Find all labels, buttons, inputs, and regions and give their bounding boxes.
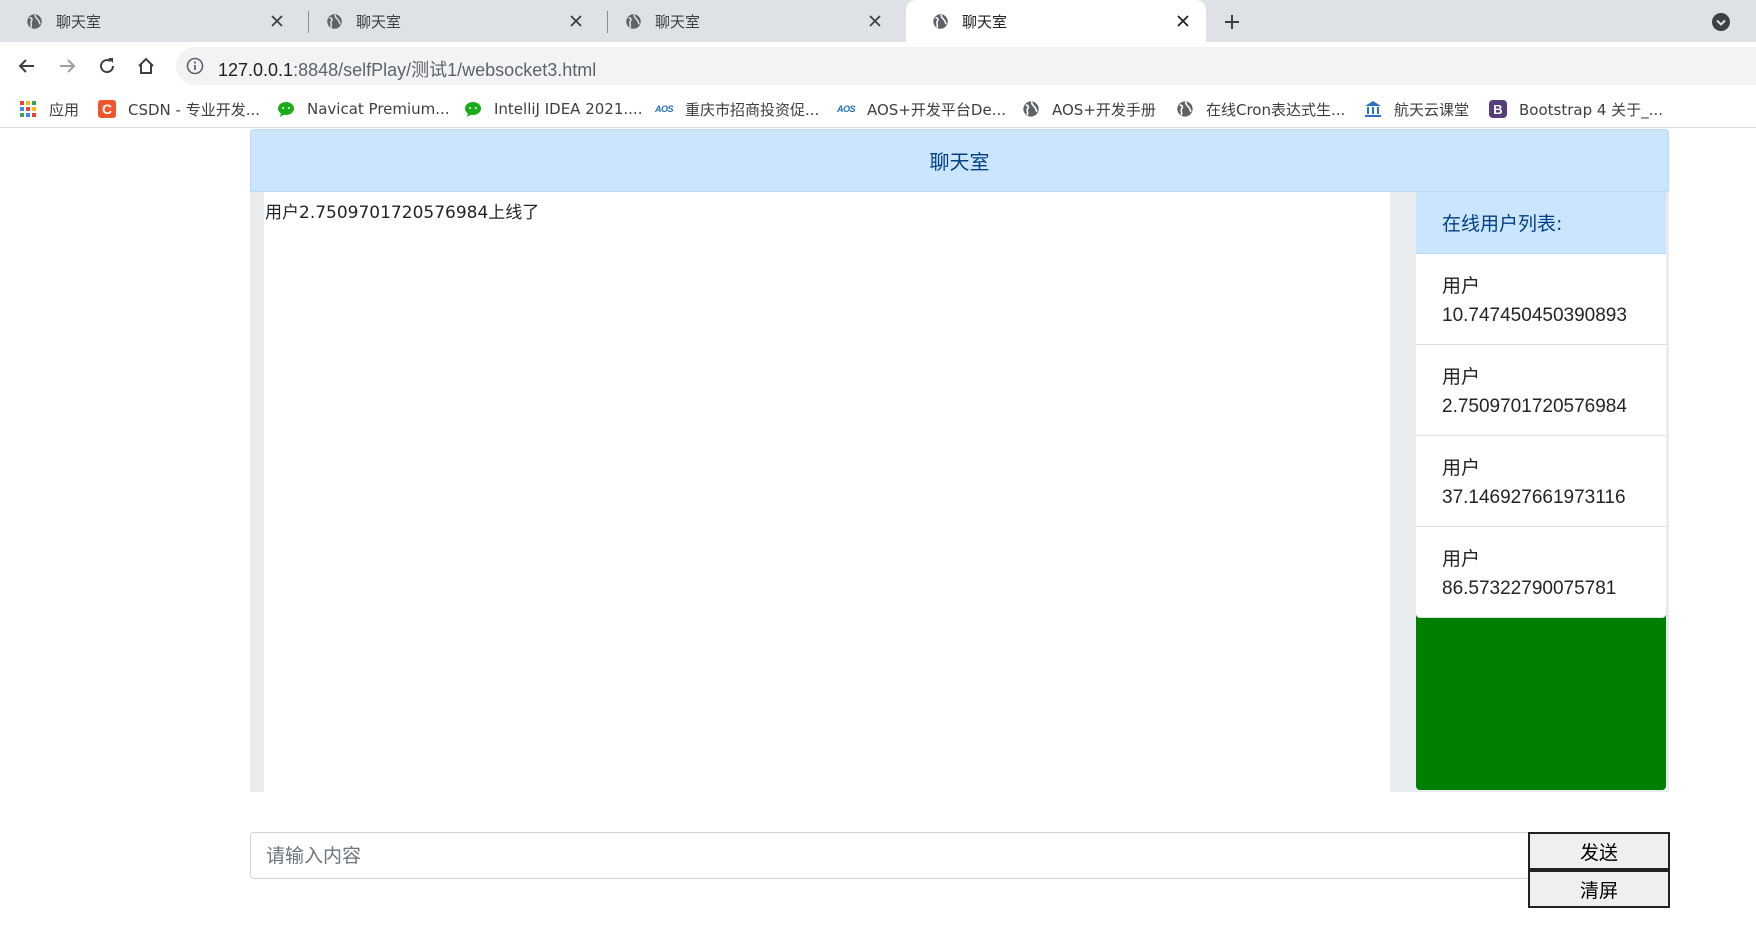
online-user-item: 用户 2.7509701720576984 bbox=[1416, 345, 1666, 436]
url-path: :8848/selfPlay/测试1/websocket3.html bbox=[293, 60, 597, 80]
bookmark-navicat[interactable]: Navicat Premium... bbox=[277, 96, 450, 122]
bookmark-label: Bootstrap 4 关于_... bbox=[1519, 100, 1663, 119]
new-tab-button[interactable] bbox=[1220, 10, 1244, 34]
user-label: 用户 bbox=[1442, 366, 1481, 388]
bookmark-cron[interactable]: 在线Cron表达式生... bbox=[1176, 96, 1345, 122]
online-users-title: 在线用户列表: bbox=[1416, 192, 1666, 254]
user-label: 用户 bbox=[1442, 457, 1481, 479]
bookmark-aos-manual[interactable]: AOS+开发手册 bbox=[1022, 96, 1156, 122]
chat-message: 用户2.7509701720576984上线了 bbox=[265, 203, 540, 223]
bookmark-label: Navicat Premium... bbox=[307, 100, 450, 118]
chat-body: 用户2.7509701720576984上线了 在线用户列表: 用户 10.74… bbox=[250, 192, 1669, 792]
user-label: 用户 bbox=[1442, 548, 1481, 570]
tab-title: 聊天室 bbox=[962, 12, 1008, 31]
reload-icon bbox=[100, 58, 115, 74]
globe-icon bbox=[626, 13, 641, 29]
bookmark-label: AOS+开发手册 bbox=[1052, 100, 1156, 119]
message-input[interactable] bbox=[250, 832, 1530, 879]
home-icon bbox=[138, 57, 154, 74]
bookmark-label: 航天云课堂 bbox=[1394, 100, 1470, 119]
bookmarks-bar: 应用 C CSDN - 专业开发... Navicat Premium... I… bbox=[0, 90, 1756, 128]
user-id: 10.747450450390893 bbox=[1442, 305, 1627, 326]
bookmark-label: 在线Cron表达式生... bbox=[1206, 100, 1346, 119]
message-area: 用户2.7509701720576984上线了 bbox=[264, 192, 1390, 792]
bank-icon bbox=[1365, 101, 1381, 117]
online-user-item: 用户 37.146927661973116 bbox=[1416, 436, 1666, 527]
user-id: 2.7509701720576984 bbox=[1442, 396, 1627, 417]
aos-icon: AOS bbox=[837, 104, 856, 114]
bookmark-bootstrap[interactable]: B Bootstrap 4 关于_... bbox=[1489, 96, 1663, 122]
user-label: 用户 bbox=[1442, 275, 1481, 297]
user-id: 86.57322790075781 bbox=[1442, 578, 1617, 599]
bookmark-label: 重庆市招商投资促... bbox=[685, 100, 820, 119]
plus-icon bbox=[1225, 15, 1239, 29]
back-button[interactable] bbox=[15, 54, 39, 78]
chat-room-title: 聊天室 bbox=[250, 129, 1669, 192]
arrow-left-icon bbox=[18, 59, 34, 73]
user-id: 37.146927661973116 bbox=[1442, 487, 1626, 508]
input-row: 发送 清屏 bbox=[250, 832, 1670, 908]
bootstrap-icon: B bbox=[1489, 100, 1507, 118]
aos-icon: AOS bbox=[655, 104, 674, 114]
globe-icon bbox=[1023, 101, 1039, 117]
info-icon[interactable] bbox=[186, 57, 204, 75]
url-text: 127.0.0.1:8848/selfPlay/测试1/websocket3.h… bbox=[218, 56, 596, 82]
globe-icon bbox=[933, 13, 948, 29]
clear-screen-button[interactable]: 清屏 bbox=[1528, 870, 1670, 908]
bookmark-intellij[interactable]: IntelliJ IDEA 2021.... bbox=[464, 96, 642, 122]
page-content: 聊天室 用户2.7509701720576984上线了 在线用户列表: 用户 1… bbox=[0, 128, 1756, 939]
bookmark-aos-platform[interactable]: AOS AOS+开发平台De... bbox=[837, 96, 1006, 122]
close-icon[interactable] bbox=[268, 12, 286, 30]
online-user-item: 用户 10.747450450390893 bbox=[1416, 254, 1666, 345]
arrow-right-icon bbox=[60, 59, 76, 73]
browser-tab-3[interactable]: 聊天室 bbox=[599, 0, 898, 42]
bookmark-chongqing[interactable]: AOS 重庆市招商投资促... bbox=[655, 96, 819, 122]
address-bar[interactable]: 127.0.0.1:8848/selfPlay/测试1/websocket3.h… bbox=[176, 47, 1756, 85]
tab-title: 聊天室 bbox=[56, 12, 102, 31]
close-icon[interactable] bbox=[866, 12, 884, 30]
tab-strip: 聊天室 聊天室 聊天室 聊天室 bbox=[0, 0, 1756, 42]
tab-title: 聊天室 bbox=[356, 12, 402, 31]
close-icon[interactable] bbox=[567, 12, 585, 30]
bookmark-label: CSDN - 专业开发... bbox=[128, 100, 261, 119]
browser-toolbar: 127.0.0.1:8848/selfPlay/测试1/websocket3.h… bbox=[0, 42, 1756, 90]
bookmark-label: IntelliJ IDEA 2021.... bbox=[494, 100, 643, 118]
online-user-panel: 在线用户列表: 用户 10.747450450390893 用户 2.75097… bbox=[1416, 192, 1666, 790]
browser-tab-4[interactable]: 聊天室 bbox=[906, 0, 1206, 42]
bookmark-label: AOS+开发平台De... bbox=[867, 100, 1006, 119]
wechat-icon bbox=[278, 102, 294, 117]
url-host: 127.0.0.1 bbox=[218, 60, 294, 80]
bookmark-csdn[interactable]: C CSDN - 专业开发... bbox=[98, 96, 260, 122]
forward-button[interactable] bbox=[55, 54, 79, 78]
browser-tab-2[interactable]: 聊天室 bbox=[300, 0, 599, 42]
bookmark-label: 应用 bbox=[49, 100, 80, 119]
globe-icon bbox=[27, 13, 42, 29]
home-button[interactable] bbox=[134, 54, 158, 78]
online-user-item: 用户 86.57322790075781 bbox=[1416, 527, 1666, 618]
tab-title: 聊天室 bbox=[655, 12, 701, 31]
bookmark-apps[interactable]: 应用 bbox=[19, 96, 79, 122]
close-icon[interactable] bbox=[1174, 12, 1192, 30]
apps-grid-icon bbox=[20, 101, 36, 117]
bookmark-hangtian[interactable]: 航天云课堂 bbox=[1364, 96, 1469, 122]
csdn-icon: C bbox=[98, 100, 116, 118]
browser-tab-1[interactable]: 聊天室 bbox=[0, 0, 300, 42]
reload-button[interactable] bbox=[95, 54, 119, 78]
globe-icon bbox=[1177, 101, 1193, 117]
send-button[interactable]: 发送 bbox=[1528, 832, 1670, 870]
globe-icon bbox=[327, 13, 342, 29]
wechat-icon bbox=[465, 102, 481, 117]
tab-search-icon[interactable] bbox=[1710, 11, 1732, 33]
